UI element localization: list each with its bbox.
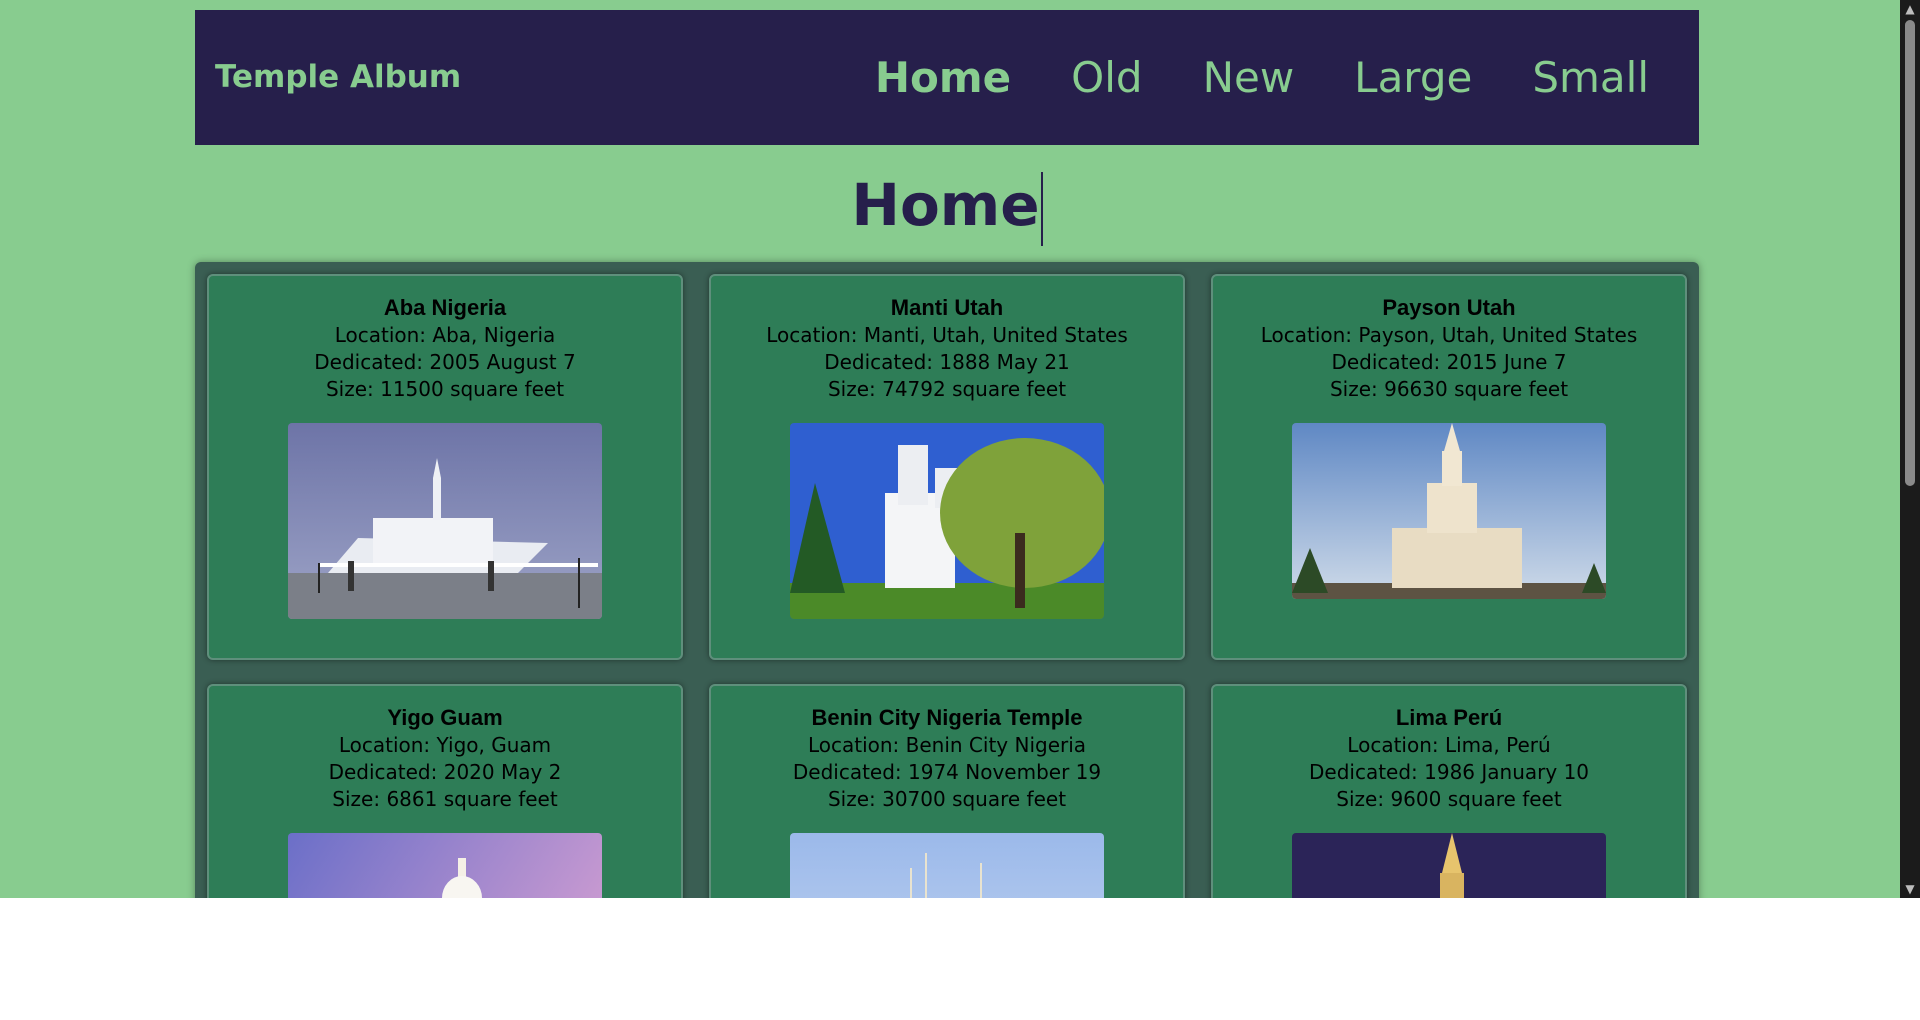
temple-card: Aba Nigeria Location: Aba, Nigeria Dedic… [207,274,683,660]
temple-size: Size: 96630 square feet [1329,377,1569,401]
nav-large-link[interactable]: Large [1354,53,1472,102]
temple-name: Lima Perú [1395,705,1503,730]
temple-location: Location: Payson, Utah, United States [1260,323,1638,347]
temple-size: Size: 6861 square feet [332,787,558,811]
site-brand: Temple Album [215,59,462,95]
site-header: Temple Album Home Old New Large Small [195,10,1699,145]
temple-size: Size: 74792 square feet [827,377,1067,401]
nav-old-link[interactable]: Old [1071,53,1142,102]
temple-card: Lima Perú Location: Lima, Perú Dedicated… [1211,684,1687,898]
page: Temple Album Home Old New Large Small Ho… [195,10,1699,898]
nav-home-link[interactable]: Home [875,53,1011,102]
temple-name: Yigo Guam [387,705,503,730]
temple-photo [1292,833,1606,898]
temple-size: Size: 9600 square feet [1336,787,1562,811]
main-nav: Home Old New Large Small [875,10,1649,145]
text-cursor [1040,171,1043,246]
temple-name: Benin City Nigeria Temple [811,705,1083,730]
temple-location: Location: Yigo, Guam [338,733,552,757]
temple-size: Size: 11500 square feet [325,377,565,401]
temple-location: Location: Aba, Nigeria [334,323,556,347]
temple-location: Location: Lima, Perú [1347,733,1551,757]
temple-location: Location: Manti, Utah, United States [766,323,1128,347]
temple-name: Manti Utah [890,295,1004,320]
temple-dedicated: Dedicated: 1986 January 10 [1308,760,1590,784]
temple-photo [1292,423,1606,599]
temple-dedicated: Dedicated: 2015 June 7 [1331,350,1567,374]
page-title: Home [195,170,1699,246]
temple-card: Yigo Guam Location: Yigo, Guam Dedicated… [207,684,683,898]
nav-new-link[interactable]: New [1203,53,1295,102]
temple-photo [288,833,602,898]
vertical-scrollbar[interactable]: ▲ ▼ [1900,0,1920,898]
temple-grid: Aba Nigeria Location: Aba, Nigeria Dedic… [207,274,1687,898]
scroll-up-arrow-icon[interactable]: ▲ [1900,0,1920,18]
temple-photo [790,833,1104,898]
temple-photo [288,423,602,619]
temple-location: Location: Benin City Nigeria [807,733,1087,757]
temple-dedicated: Dedicated: 2020 May 2 [328,760,562,784]
page-title-text: Home [851,171,1040,239]
temple-card: Benin City Nigeria Temple Location: Beni… [709,684,1185,898]
nav-small-link[interactable]: Small [1532,53,1649,102]
temple-dedicated: Dedicated: 1974 November 19 [792,760,1102,784]
temple-size: Size: 30700 square feet [827,787,1067,811]
temple-dedicated: Dedicated: 1888 May 21 [824,350,1070,374]
temple-card: Manti Utah Location: Manti, Utah, United… [709,274,1185,660]
scrollbar-thumb[interactable] [1905,20,1915,486]
temple-name: Payson Utah [1382,295,1516,320]
temple-gallery: Aba Nigeria Location: Aba, Nigeria Dedic… [195,262,1699,898]
temple-name: Aba Nigeria [383,295,507,320]
temple-dedicated: Dedicated: 2005 August 7 [314,350,576,374]
browser-viewport: Temple Album Home Old New Large Small Ho… [0,0,1920,898]
temple-card: Payson Utah Location: Payson, Utah, Unit… [1211,274,1687,660]
temple-photo [790,423,1104,619]
scroll-down-arrow-icon[interactable]: ▼ [1900,880,1920,898]
